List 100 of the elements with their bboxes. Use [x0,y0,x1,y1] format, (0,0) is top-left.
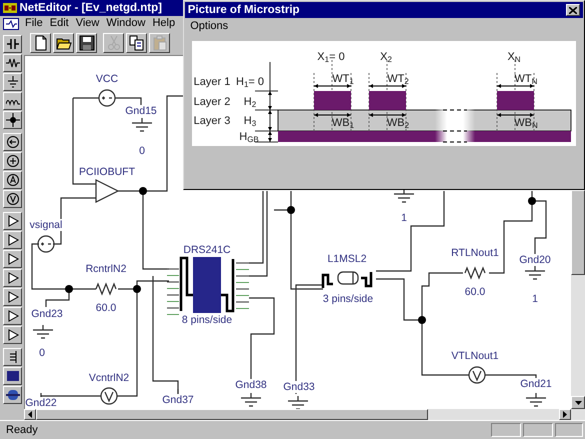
component-label: PCIIOBUFT [79,166,135,178]
close-button[interactable] [566,4,580,16]
voltmeter-symbol [468,366,486,384]
scroll-right-button[interactable] [559,409,571,420]
save-button[interactable] [76,33,97,53]
palette-button[interactable] [3,348,22,366]
height-label: H$_{3}$ [244,115,256,127]
position-label: X$_{1}$= 0 [317,51,345,63]
palette-button[interactable] [3,152,22,170]
junction-dot [528,197,536,205]
component-label: RcntrlN2 [86,263,126,275]
palette-button[interactable] [3,212,22,230]
width-label: WT$_{1}$ [332,73,354,85]
value-label: 1 [532,293,538,305]
component-label: Gnd21 [520,378,552,390]
palette-button[interactable] [3,326,22,344]
ground-symbol [393,188,415,203]
component-label: VcntrlN2 [88,372,130,384]
voltmeter-icon [6,192,20,206]
component-label: Gnd20 [519,254,551,266]
cut-icon [106,35,122,51]
device-icon [6,388,20,402]
component-label: Gnd37 [162,394,194,406]
resistor-icon [6,56,20,70]
amplifier-icon [6,252,20,266]
ground-symbol [524,265,546,280]
layer-label: Layer 3 [194,115,230,127]
menu-item[interactable]: File [22,16,46,31]
paste-icon [152,35,168,51]
node-icon [6,113,20,127]
value-label: 3 pins/side [322,293,374,305]
current-source-icon [6,135,20,149]
capacitor-icon [6,37,20,51]
menu-item[interactable]: Edit [46,16,72,31]
value-label: 8 pins/side [182,314,232,326]
voltage-source-icon [6,154,20,168]
value-label: 0 [139,145,145,157]
palette-button[interactable] [3,73,22,91]
menu-item[interactable]: Help [148,16,179,31]
palette-button[interactable] [3,133,22,151]
component-label: vsignal [30,219,62,231]
copy-icon [128,35,144,51]
down-arrow-icon [574,400,582,404]
menu-item[interactable]: Options [186,19,232,34]
conductor-strip [369,91,406,110]
document-icon[interactable] [2,18,19,30]
value-label: 0 [39,347,45,359]
palette-button[interactable] [3,307,22,325]
palette-button[interactable] [3,54,22,72]
scroll-thumb[interactable] [36,409,428,420]
palette-button[interactable] [3,171,22,189]
scroll-thumb[interactable] [571,190,585,275]
status-panel [555,423,583,437]
palette-button[interactable] [3,92,22,110]
value-label: 60.0 [96,302,116,314]
open-button[interactable] [53,33,74,53]
menu-item[interactable]: View [72,16,103,31]
copy-button[interactable] [126,33,147,53]
ground-symbol [525,392,547,407]
ground-symbol [287,395,309,409]
scroll-down-button[interactable] [571,396,585,409]
junction-dot [418,316,426,324]
ammeter-icon [6,173,20,187]
amplifier-icon [6,309,20,323]
palette-button[interactable] [3,367,22,385]
height-label: H$_{GB}$ [239,131,259,143]
window-title: Picture of Microstrip [186,3,301,18]
palette-button[interactable] [3,250,22,268]
palette-button[interactable] [3,231,22,249]
component-label: DRS241C [183,244,231,256]
source-symbol [37,235,55,253]
break-gap [435,108,475,144]
palette-button[interactable] [3,111,22,129]
amplifier-icon [6,214,20,228]
component-label: RTLNout1 [451,247,499,259]
palette-button[interactable] [3,35,22,53]
menu-item[interactable]: Window [102,16,149,31]
value-label: 1 [401,212,407,224]
palette-button[interactable] [3,190,22,208]
amplifier-icon [6,328,20,342]
component-label: Gnd33 [283,381,315,393]
new-button[interactable] [30,33,51,53]
palette-button[interactable] [3,288,22,306]
position-label: X$_{N}$ [507,51,521,63]
palette-button[interactable] [3,269,22,287]
window-title: NetEditor - [Ev_netgd.ntp] [20,1,162,16]
amplifier-icon [6,290,20,304]
ground-symbol [32,324,54,339]
layer-label: Layer 2 [194,96,230,108]
app-icon [2,3,17,13]
layer-label: Layer 1 [194,76,230,88]
palette-button[interactable] [3,386,22,404]
component-label: Gnd23 [31,308,63,320]
height-label: H$_{2}$ [244,96,256,108]
resistor-symbol [95,282,117,296]
status-text: Ready [5,423,39,438]
junction-dot [133,285,141,293]
component-label: VCC [96,73,118,85]
width-label: WB$_{1}$ [332,117,354,129]
scroll-left-button[interactable] [24,409,36,420]
